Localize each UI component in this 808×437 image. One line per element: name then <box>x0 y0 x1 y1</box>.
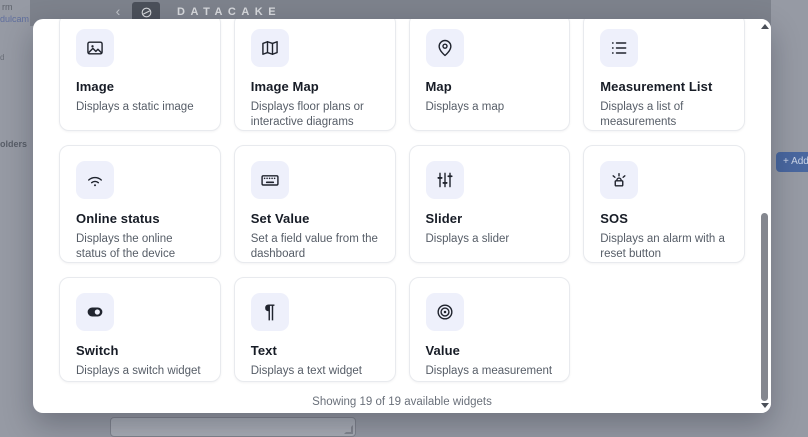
online-status-icon <box>76 161 114 199</box>
widget-title: SOS <box>600 211 728 226</box>
add-button[interactable]: + Add <box>776 152 808 172</box>
widget-card-map[interactable]: Map Displays a map <box>409 19 571 131</box>
widget-description: Displays the online status of the device <box>76 232 204 261</box>
scrollbar-thumb[interactable] <box>761 213 768 401</box>
widget-description: Displays a static image <box>76 100 204 115</box>
widget-title: Image <box>76 79 204 94</box>
set-value-icon <box>251 161 289 199</box>
widget-description: Displays a list of measurements <box>600 100 728 129</box>
widget-title: Set Value <box>251 211 379 226</box>
sos-icon <box>600 161 638 199</box>
widget-title: Value <box>426 343 554 358</box>
widget-description: Set a field value from the dashboard <box>251 232 379 261</box>
scroll-down-arrow-icon[interactable] <box>761 403 769 408</box>
widget-card-online-status[interactable]: Online status Displays the online status… <box>59 145 221 263</box>
widget-card-switch[interactable]: Switch Displays a switch widget <box>59 277 221 382</box>
widget-title: Text <box>251 343 379 358</box>
sidebar-folders-fragment[interactable]: olders <box>0 139 27 149</box>
widget-title: Slider <box>426 211 554 226</box>
screen: { "background": { "header": { "brand": "… <box>0 0 808 431</box>
widget-picker-modal: Image Displays a static image Image Map … <box>33 19 771 413</box>
widget-title: Switch <box>76 343 204 358</box>
sidebar-link-fragment[interactable]: dulcam <box>0 14 29 24</box>
image-map-icon <box>251 29 289 67</box>
scroll-up-arrow-icon[interactable] <box>761 24 769 29</box>
widget-card-text[interactable]: ¶ Text Displays a text widget <box>234 277 396 382</box>
widget-card-image-map[interactable]: Image Map Displays floor plans or intera… <box>234 19 396 131</box>
widget-description: Displays a map <box>426 100 554 115</box>
widget-grid: Image Displays a static image Image Map … <box>59 19 745 382</box>
widget-title: Online status <box>76 211 204 226</box>
widget-card-sos[interactable]: SOS Displays an alarm with a reset butto… <box>583 145 745 263</box>
widget-card-slider[interactable]: Slider Displays a slider <box>409 145 571 263</box>
widget-card-set-value[interactable]: Set Value Set a field value from the das… <box>234 145 396 263</box>
widget-card-image[interactable]: Image Displays a static image <box>59 19 221 131</box>
sidebar-text-fragment: rm <box>2 2 13 12</box>
widget-title: Map <box>426 79 554 94</box>
widget-description: Displays an alarm with a reset button <box>600 232 728 261</box>
sidebar-text-fragment: d <box>0 53 4 62</box>
map-pin-icon <box>426 29 464 67</box>
slider-icon <box>426 161 464 199</box>
switch-icon <box>76 293 114 331</box>
widget-title: Image Map <box>251 79 379 94</box>
value-icon <box>426 293 464 331</box>
widget-description: Displays a switch widget <box>76 364 204 379</box>
background-textarea[interactable] <box>110 417 356 437</box>
widget-description: Displays floor plans or interactive diag… <box>251 100 379 129</box>
modal-scrollbar[interactable] <box>759 19 771 413</box>
widgets-count-text: Showing 19 of 19 available widgets <box>33 396 771 408</box>
widget-card-measurement-list[interactable]: Measurement List Displays a list of meas… <box>583 19 745 131</box>
measurement-list-icon <box>600 29 638 67</box>
image-icon <box>76 29 114 67</box>
resize-handle-icon[interactable] <box>344 425 353 434</box>
widget-card-value[interactable]: Value Displays a measurement <box>409 277 571 382</box>
widget-description: Displays a measurement <box>426 364 554 379</box>
back-chevron-icon[interactable]: ‹ <box>110 2 126 20</box>
widget-description: Displays a slider <box>426 232 554 247</box>
widget-title: Measurement List <box>600 79 728 94</box>
text-icon: ¶ <box>251 293 289 331</box>
widget-description: Displays a text widget <box>251 364 379 379</box>
brand-wordmark: DATACAKE <box>177 6 281 18</box>
